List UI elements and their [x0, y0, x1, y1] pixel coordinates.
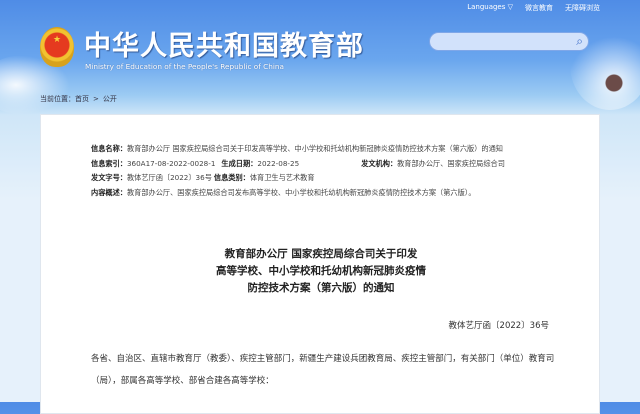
index-value: 360A17-08-2022-0028-1	[126, 158, 216, 168]
document-number: 教体艺厅函〔2022〕36号	[448, 321, 549, 331]
site-subtitle: Ministry of Education of the People's Re…	[85, 62, 284, 71]
name-value: 教育部办公厅 国家疾控局综合司关于印发高等学校、中小学校和托幼机构新冠肺炎疫情防…	[126, 144, 503, 153]
top-links: Languages ▽ 微言教育 无障碍浏览	[467, 3, 600, 13]
category-label: 信息类别：	[213, 173, 250, 182]
name-label: 信息名称：	[91, 144, 127, 153]
document-title: 教育部办公厅 国家疾控局综合司关于印发 高等学校、中小学校和托幼机构新冠肺炎疫情…	[41, 246, 601, 297]
title-line: 防控技术方案（第六版）的通知	[247, 282, 395, 294]
site-title[interactable]: 中华人民共和国教育部	[84, 24, 364, 63]
national-emblem-icon: ★	[40, 27, 74, 67]
summary-label: 内容概述：	[91, 187, 127, 197]
index-label: 信息索引：	[91, 158, 127, 168]
date-value: 2022-08-25	[257, 158, 300, 168]
date-label: 生成日期：	[221, 158, 258, 168]
breadcrumb-home[interactable]: 首页	[75, 95, 89, 103]
content-panel: 信息名称： 教育部办公厅 国家疾控局综合司关于印发高等学校、中小学校和托幼机构新冠…	[40, 114, 600, 414]
weiyan-link[interactable]: 微言教育	[525, 3, 553, 13]
document-body: 各省、自治区、直辖市教育厅（教委）、疾控主管部门，新疆生产建设兵团教育局、疾控主…	[91, 354, 555, 386]
breadcrumb-label: 当前位置：	[40, 95, 75, 103]
org-label: 发文机构：	[361, 158, 398, 168]
org-value: 教育部办公厅、国家疾控局综合司	[397, 158, 505, 168]
breadcrumb: 当前位置：首页 > 公开	[40, 94, 121, 104]
title-line: 教育部办公厅 国家疾控局综合司关于印发	[224, 248, 418, 260]
info-table: 信息名称： 教育部办公厅 国家疾控局综合司关于印发高等学校、中小学校和托幼机构新冠…	[91, 142, 511, 200]
docno-value: 教体艺厅函〔2022〕36号	[126, 173, 212, 182]
docno-label: 发文字号：	[91, 173, 127, 182]
search-icon[interactable]: ⌕	[576, 34, 583, 49]
search-input[interactable]: ⌕	[429, 32, 589, 51]
summary-value: 教育部办公厅、国家疾控局综合司发布高等学校、中小学校和托幼机构新冠肺炎疫情防控技…	[126, 187, 476, 197]
languages-link[interactable]: Languages ▽	[467, 3, 513, 13]
category-value: 体育卫生与艺术教育	[249, 173, 315, 182]
accessibility-link[interactable]: 无障碍浏览	[565, 3, 600, 13]
breadcrumb-separator: >	[93, 95, 99, 103]
breadcrumb-public[interactable]: 公开	[103, 95, 117, 103]
title-line: 高等学校、中小学校和托幼机构新冠肺炎疫情	[216, 265, 426, 277]
